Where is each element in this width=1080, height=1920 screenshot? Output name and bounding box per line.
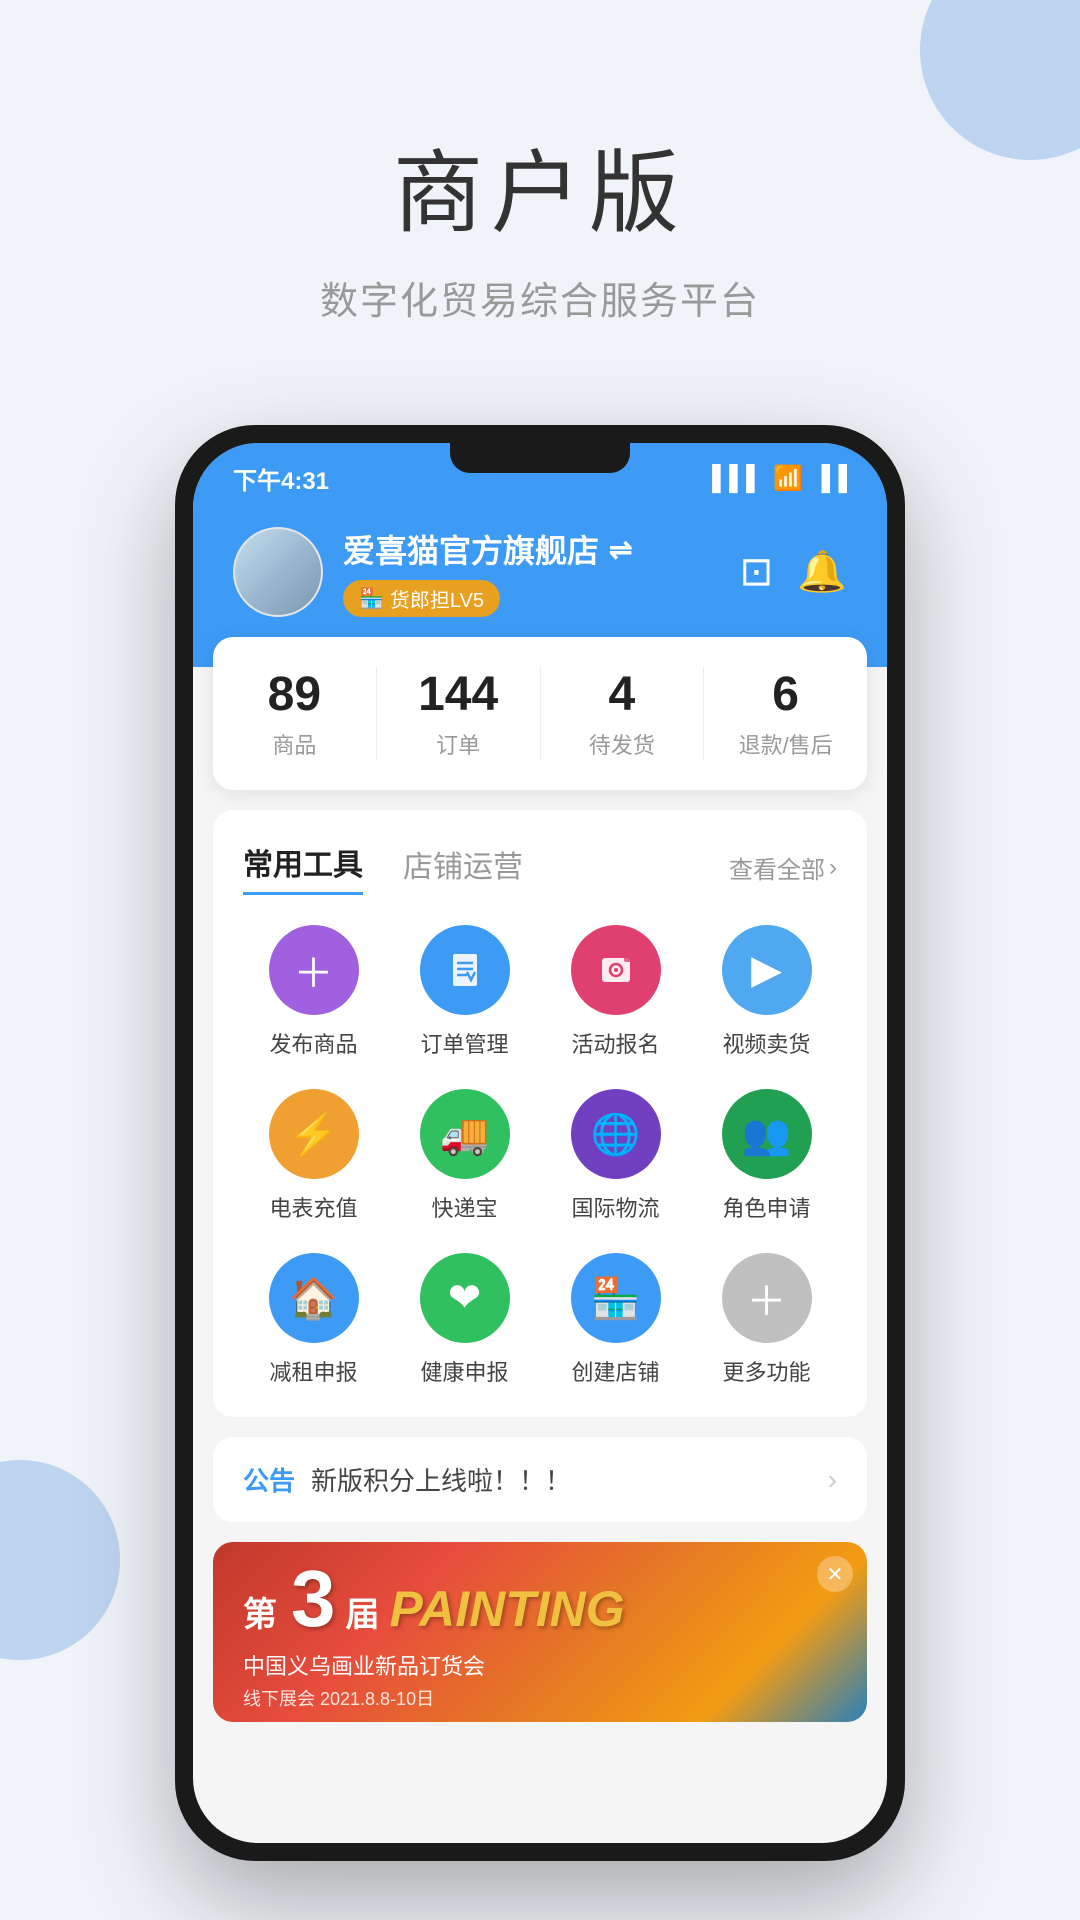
notice-section[interactable]: 公告 新版积分上线啦！！！ › [213,1437,867,1522]
international-logistics-icon: 🌐 [571,1089,661,1179]
tool-international-logistics[interactable]: 🌐 国际物流 [545,1089,686,1223]
stats-card: 89 商品 144 订单 4 待发货 6 退款/售后 [213,637,867,790]
create-store-label: 创建店铺 [571,1355,659,1387]
express-label: 快递宝 [431,1191,497,1223]
tool-publish-goods[interactable]: ＋ 发布商品 [243,925,384,1059]
tool-activity-signup[interactable]: 活动报名 [545,925,686,1059]
stat-refund-label: 退款/售后 [704,728,867,760]
video-selling-label: 视频卖货 [722,1027,810,1059]
stat-refund-number: 6 [704,667,867,722]
notice-arrow-icon: › [828,1464,837,1496]
wifi-icon: 📶 [773,464,803,493]
tools-tabs: 常用工具 店铺运营 查看全部 › [243,840,837,895]
stat-pending-label: 待发货 [541,728,704,760]
banner-subtitle: 中国义乌画业新品订货会 [243,1649,625,1681]
stat-pending-number: 4 [541,667,704,722]
store-name: 爱喜猫官方旗舰店 ⇌ [343,526,632,572]
tool-role-apply[interactable]: 👥 角色申请 [696,1089,837,1223]
activity-signup-icon [571,925,661,1015]
order-management-icon [420,925,510,1015]
tab-common-tools[interactable]: 常用工具 [243,840,363,895]
notice-tag: 公告 [243,1461,295,1498]
notice-text: 新版积分上线啦！！！ [311,1461,812,1498]
international-logistics-label: 国际物流 [571,1191,659,1223]
banner-painting-text: PAINTING [390,1580,625,1638]
create-store-icon: 🏪 [571,1253,661,1343]
banner-extra: 线下展会 2021.8.8-10日 [243,1685,625,1711]
banner-row1: 第 3 届 PAINTING [243,1553,625,1645]
user-details: 爱喜猫官方旗舰店 ⇌ 🏪 货郎担LV5 [343,526,632,617]
activity-signup-label: 活动报名 [571,1027,659,1059]
stat-goods-label: 商品 [213,728,376,760]
chevron-right-icon: › [829,854,837,882]
view-all-button[interactable]: 查看全部 › [729,850,837,885]
stat-pending[interactable]: 4 待发货 [541,667,705,760]
level-icon: 🏪 [359,586,384,611]
tool-express[interactable]: 🚚 快递宝 [394,1089,535,1223]
swap-icon[interactable]: ⇌ [609,533,632,566]
notification-button[interactable]: 🔔 [797,548,847,595]
status-time: 下午4:31 [233,461,329,496]
user-info: 爱喜猫官方旗舰店 ⇌ 🏪 货郎担LV5 [233,526,632,617]
phone-mockup: 下午4:31 ▌▌▌ 📶 ▐▐ 爱喜猫官方旗舰店 ⇌ [175,425,905,1861]
avatar-image [235,529,321,615]
phone-notch [450,443,630,473]
status-icons: ▌▌▌ 📶 ▐▐ [712,464,847,493]
tool-order-management[interactable]: 订单管理 [394,925,535,1059]
electric-recharge-label: 电表充值 [269,1191,357,1223]
health-report-icon: ❤ [420,1253,510,1343]
banner-section[interactable]: 第 3 届 PAINTING 中国义乌画业新品订货会 线下展会 2021.8.8… [213,1542,867,1722]
video-selling-icon: ▶ [722,925,812,1015]
role-apply-label: 角色申请 [722,1191,810,1223]
tool-more-features[interactable]: ＋ 更多功能 [696,1253,837,1387]
page-title: 商户版 [0,120,1080,250]
tools-grid: ＋ 发布商品 订单管理 [243,925,837,1387]
tool-rent-reduction[interactable]: 🏠 减租申报 [243,1253,384,1387]
express-icon: 🚚 [420,1089,510,1179]
tool-create-store[interactable]: 🏪 创建店铺 [545,1253,686,1387]
banner-number: 3 [291,1553,336,1645]
stat-orders[interactable]: 144 订单 [377,667,541,760]
stat-goods[interactable]: 89 商品 [213,667,377,760]
stat-refund[interactable]: 6 退款/售后 [704,667,867,760]
electric-recharge-icon: ⚡ [269,1089,359,1179]
stat-orders-number: 144 [377,667,540,722]
more-features-icon: ＋ [722,1253,812,1343]
tools-section: 常用工具 店铺运营 查看全部 › ＋ 发布商品 [213,810,867,1417]
header-actions: ⊡ 🔔 [740,548,847,595]
page-subtitle: 数字化贸易综合服务平台 [0,270,1080,325]
publish-goods-icon: ＋ [269,925,359,1015]
more-features-label: 更多功能 [722,1355,810,1387]
tool-video-selling[interactable]: ▶ 视频卖货 [696,925,837,1059]
page-header: 商户版 数字化贸易综合服务平台 [0,0,1080,385]
rent-reduction-label: 减租申报 [269,1355,357,1387]
role-apply-icon: 👥 [722,1089,812,1179]
banner-content: 第 3 届 PAINTING 中国义乌画业新品订货会 线下展会 2021.8.8… [243,1553,625,1711]
level-badge: 🏪 货郎担LV5 [343,580,500,617]
battery-icon: ▐▐ [813,465,847,493]
stat-goods-number: 89 [213,667,376,722]
phone-screen: 下午4:31 ▌▌▌ 📶 ▐▐ 爱喜猫官方旗舰店 ⇌ [193,443,887,1843]
tab-store-operations[interactable]: 店铺运营 [403,842,523,894]
rent-reduction-icon: 🏠 [269,1253,359,1343]
signal-icon: ▌▌▌ [712,465,763,493]
avatar [233,527,323,617]
tool-electric-recharge[interactable]: ⚡ 电表充值 [243,1089,384,1223]
phone-wrapper: 下午4:31 ▌▌▌ 📶 ▐▐ 爱喜猫官方旗舰店 ⇌ [0,425,1080,1861]
stat-orders-label: 订单 [377,728,540,760]
scan-button[interactable]: ⊡ [740,549,774,595]
health-report-label: 健康申报 [420,1355,508,1387]
tool-health-report[interactable]: ❤ 健康申报 [394,1253,535,1387]
order-management-label: 订单管理 [420,1027,508,1059]
banner-close-button[interactable]: ✕ [817,1556,853,1592]
publish-goods-label: 发布商品 [269,1027,357,1059]
